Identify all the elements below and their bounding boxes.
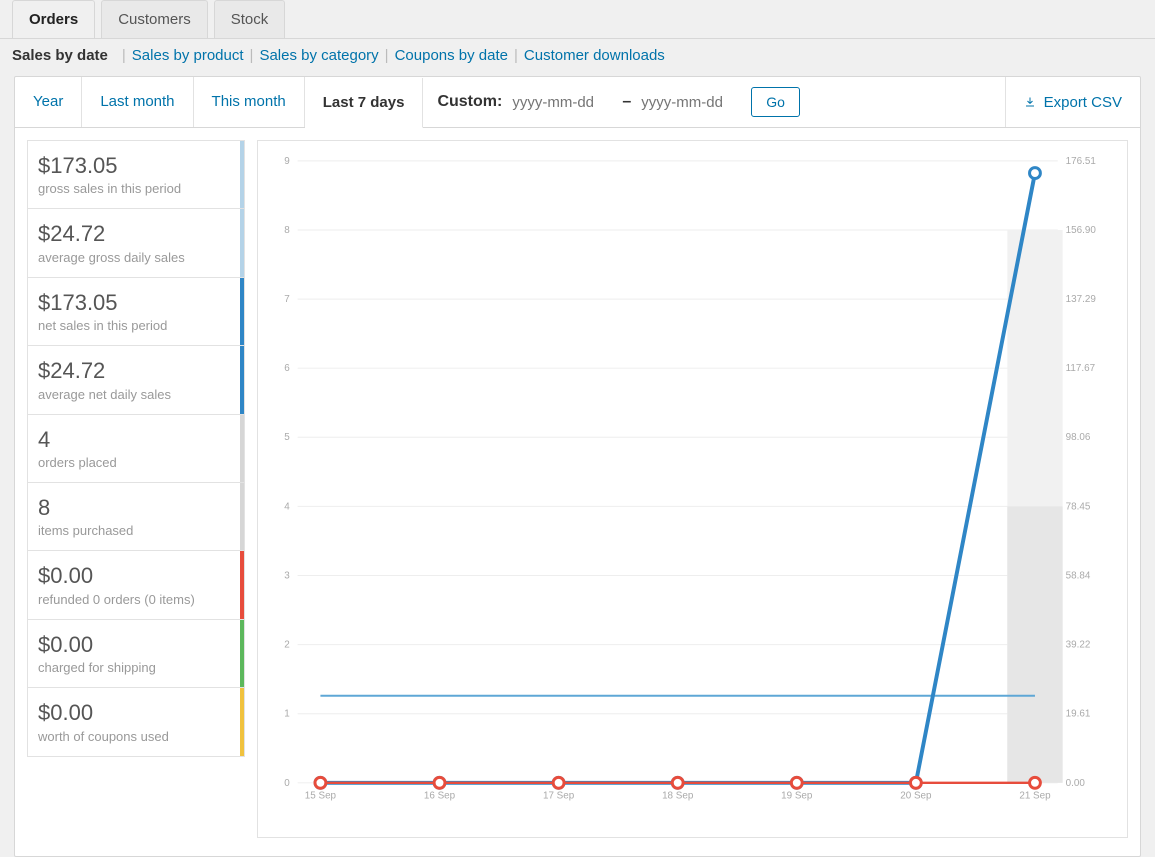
stat-item[interactable]: 4 orders placed bbox=[27, 415, 245, 483]
custom-from-input[interactable] bbox=[510, 93, 614, 112]
stat-value: $173.05 bbox=[38, 290, 234, 316]
stats-list: $173.05 gross sales in this period $24.7… bbox=[27, 140, 245, 838]
tab-customers[interactable]: Customers bbox=[101, 0, 208, 38]
stat-value: 4 bbox=[38, 427, 234, 453]
stat-item[interactable]: $24.72 average net daily sales bbox=[27, 346, 245, 414]
stat-item[interactable]: 8 items purchased bbox=[27, 483, 245, 551]
svg-text:19 Sep: 19 Sep bbox=[781, 791, 813, 802]
stat-color-edge bbox=[240, 483, 244, 550]
stat-value: $0.00 bbox=[38, 563, 234, 589]
custom-range: Custom: – Go bbox=[423, 77, 813, 127]
subnav-sales-by-category[interactable]: Sales by category bbox=[259, 47, 378, 64]
svg-text:6: 6 bbox=[284, 363, 290, 374]
svg-text:15 Sep: 15 Sep bbox=[305, 791, 337, 802]
stat-value: $24.72 bbox=[38, 358, 234, 384]
svg-text:19.61: 19.61 bbox=[1066, 709, 1091, 720]
stat-label: orders placed bbox=[38, 455, 234, 470]
period-this-month[interactable]: This month bbox=[194, 77, 305, 127]
svg-text:117.67: 117.67 bbox=[1066, 363, 1095, 374]
stat-value: 8 bbox=[38, 495, 234, 521]
tab-stock[interactable]: Stock bbox=[214, 0, 286, 38]
period-tabs: Year Last month This month Last 7 days C… bbox=[15, 77, 1140, 128]
svg-text:4: 4 bbox=[284, 501, 290, 512]
stat-label: refunded 0 orders (0 items) bbox=[38, 592, 234, 607]
svg-text:156.90: 156.90 bbox=[1066, 225, 1097, 236]
custom-label: Custom: bbox=[437, 93, 502, 111]
stat-item[interactable]: $0.00 refunded 0 orders (0 items) bbox=[27, 551, 245, 619]
tab-orders[interactable]: Orders bbox=[12, 0, 95, 38]
range-dash: – bbox=[622, 93, 631, 111]
sales-chart: 0 1 2 3 4 5 6 7 8 9 0.00 19.61 39.22 58.84 78.45 98.06 1… bbox=[257, 140, 1128, 838]
stat-color-edge bbox=[240, 278, 244, 345]
stat-color-edge bbox=[240, 688, 244, 755]
stat-label: average net daily sales bbox=[38, 387, 234, 402]
go-button[interactable]: Go bbox=[751, 87, 800, 117]
stat-color-edge bbox=[240, 346, 244, 413]
stat-value: $0.00 bbox=[38, 700, 234, 726]
stat-color-edge bbox=[240, 415, 244, 482]
svg-text:16 Sep: 16 Sep bbox=[424, 791, 456, 802]
stat-color-edge bbox=[240, 209, 244, 276]
period-last-month[interactable]: Last month bbox=[82, 77, 193, 127]
period-last-7-days[interactable]: Last 7 days bbox=[305, 78, 424, 128]
svg-text:78.45: 78.45 bbox=[1066, 501, 1091, 512]
stat-label: worth of coupons used bbox=[38, 729, 234, 744]
stat-item[interactable]: $24.72 average gross daily sales bbox=[27, 209, 245, 277]
stat-value: $24.72 bbox=[38, 221, 234, 247]
stat-label: net sales in this period bbox=[38, 318, 234, 333]
subnav-customer-downloads[interactable]: Customer downloads bbox=[524, 47, 665, 64]
svg-text:7: 7 bbox=[284, 294, 289, 305]
subnav-sales-by-product[interactable]: Sales by product bbox=[132, 47, 244, 64]
custom-to-input[interactable] bbox=[639, 93, 743, 112]
svg-text:9: 9 bbox=[284, 156, 290, 167]
svg-text:21 Sep: 21 Sep bbox=[1019, 791, 1051, 802]
report-panel: Year Last month This month Last 7 days C… bbox=[14, 76, 1141, 857]
svg-text:17 Sep: 17 Sep bbox=[543, 791, 575, 802]
svg-text:98.06: 98.06 bbox=[1066, 432, 1091, 443]
svg-text:58.84: 58.84 bbox=[1066, 570, 1091, 581]
svg-text:137.29: 137.29 bbox=[1066, 294, 1097, 305]
svg-text:39.22: 39.22 bbox=[1066, 640, 1091, 651]
period-year[interactable]: Year bbox=[15, 77, 82, 127]
report-subnav: Sales by date | Sales by product | Sales… bbox=[0, 39, 1155, 76]
stat-color-edge bbox=[240, 141, 244, 208]
svg-text:176.51: 176.51 bbox=[1066, 156, 1096, 167]
svg-text:20 Sep: 20 Sep bbox=[900, 791, 932, 802]
stat-label: gross sales in this period bbox=[38, 181, 234, 196]
svg-text:18 Sep: 18 Sep bbox=[662, 791, 694, 802]
stat-label: charged for shipping bbox=[38, 660, 234, 675]
stat-value: $0.00 bbox=[38, 632, 234, 658]
stat-item[interactable]: $0.00 charged for shipping bbox=[27, 620, 245, 688]
stat-item[interactable]: $173.05 gross sales in this period bbox=[27, 140, 245, 209]
stat-item[interactable]: $0.00 worth of coupons used bbox=[27, 688, 245, 756]
svg-text:8: 8 bbox=[284, 225, 290, 236]
svg-text:5: 5 bbox=[284, 432, 290, 443]
stat-label: average gross daily sales bbox=[38, 250, 234, 265]
stat-label: items purchased bbox=[38, 523, 234, 538]
subnav-coupons-by-date[interactable]: Coupons by date bbox=[395, 47, 508, 64]
export-csv-label: Export CSV bbox=[1044, 94, 1122, 111]
svg-text:1: 1 bbox=[284, 709, 289, 720]
stat-item[interactable]: $173.05 net sales in this period bbox=[27, 278, 245, 346]
svg-text:0.00: 0.00 bbox=[1066, 778, 1086, 789]
download-icon bbox=[1024, 96, 1036, 108]
stat-color-edge bbox=[240, 620, 244, 687]
chart-svg: 0 1 2 3 4 5 6 7 8 9 0.00 19.61 39.22 58.84 78.45 98.06 1… bbox=[268, 151, 1117, 822]
stat-value: $173.05 bbox=[38, 153, 234, 179]
subnav-current: Sales by date bbox=[12, 47, 108, 64]
export-csv-button[interactable]: Export CSV bbox=[1005, 77, 1140, 127]
svg-text:2: 2 bbox=[284, 640, 289, 651]
svg-text:3: 3 bbox=[284, 570, 290, 581]
stat-color-edge bbox=[240, 551, 244, 618]
svg-text:0: 0 bbox=[284, 778, 290, 789]
